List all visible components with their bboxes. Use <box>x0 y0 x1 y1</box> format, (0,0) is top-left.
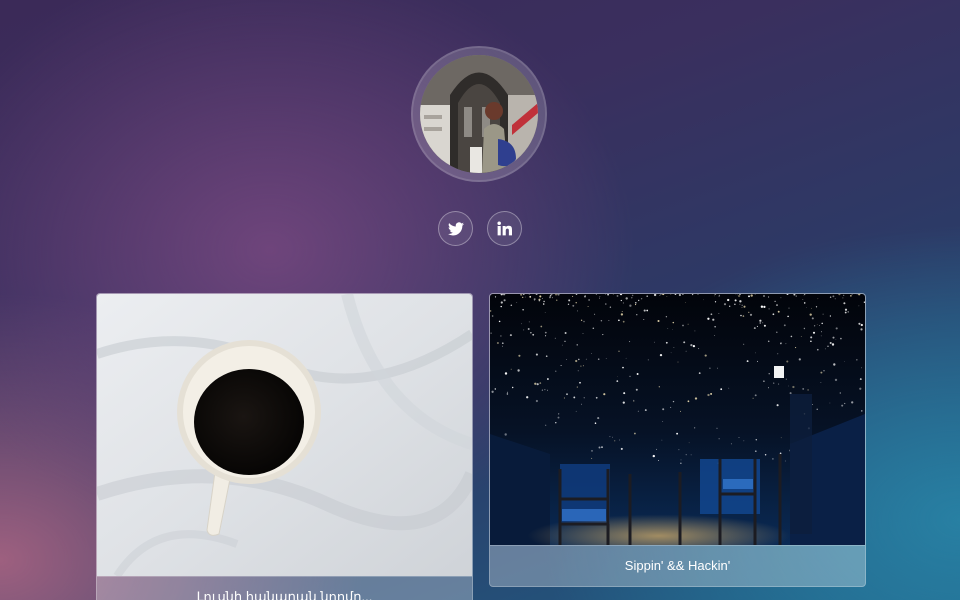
linkedin-button[interactable] <box>487 211 522 246</box>
twitter-button[interactable] <box>438 211 473 246</box>
avatar-photo <box>420 55 538 173</box>
coffee-image <box>97 294 472 576</box>
card-title[interactable]: Լուսնի հանարան նոոմր... <box>97 576 472 600</box>
profile-avatar <box>413 48 545 180</box>
card-title[interactable]: Sippin' && Hackin' <box>490 545 865 586</box>
starry-room-image <box>490 294 865 545</box>
post-card-sippin-hackin[interactable]: Sippin' && Hackin' <box>489 293 866 587</box>
twitter-icon <box>447 221 464 236</box>
post-card-coffee[interactable]: Լուսնի հանարան նոոմր... <box>96 293 473 600</box>
linkedin-icon <box>497 221 512 236</box>
